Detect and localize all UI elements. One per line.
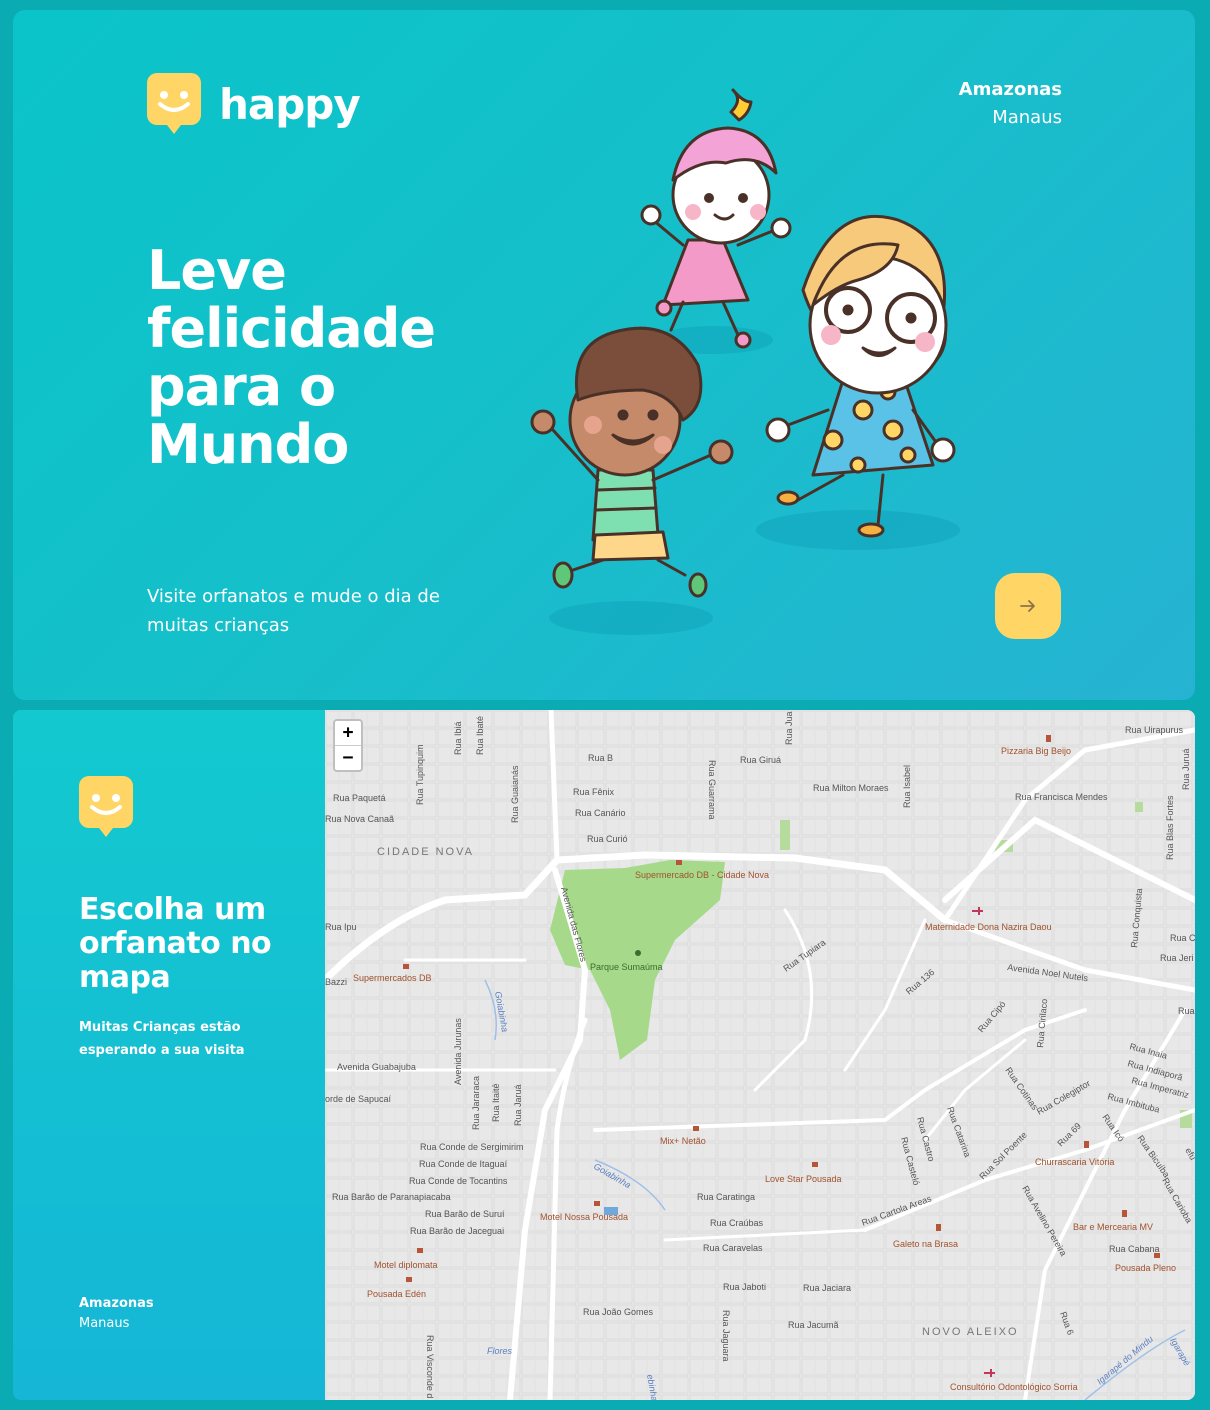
poi-label: Supermercados DB: [353, 973, 432, 983]
zoom-in-button[interactable]: +: [335, 721, 361, 745]
map-sidebar: Escolha um orfanato no mapa Muitas Crian…: [13, 710, 325, 1400]
poi-label: Mix+ Netão: [660, 1136, 706, 1146]
street-label: Avenida Guabajuba: [337, 1062, 416, 1072]
poi-label: Love Star Pousada: [765, 1174, 842, 1184]
page-title: Leve felicidade para o Mundo: [147, 239, 436, 476]
page-subtitle: Visite orfanatos e mude o dia de muitas …: [147, 586, 440, 636]
street-label: Rua Barão de Suruí: [425, 1209, 505, 1219]
street-label: Rua Barão de Jaceguai: [410, 1226, 504, 1236]
sidebar-title: Escolha um orfanato no mapa: [79, 892, 272, 995]
street-label: Rua Jeri: [1160, 953, 1194, 963]
map-tiles: CIDADE NOVA NOVO ALEIXO Parque Sumaúma P…: [325, 710, 1195, 1400]
street-label: Rua Craúbas: [710, 1218, 764, 1228]
street-label: Rua Caratinga: [697, 1192, 755, 1202]
street-label: Rua Conde de Itaguaí: [419, 1159, 508, 1169]
street-label: Bazzi: [325, 977, 347, 987]
street-label: Rua Canário: [575, 808, 626, 818]
street-label: Rua Juruá: [1181, 748, 1191, 790]
street-label: orde de Sapucaí: [325, 1094, 392, 1104]
landing-panel: happy Amazonas Manaus Leve felicidade pa…: [13, 10, 1195, 700]
street-label: Rua Jararaca: [471, 1076, 481, 1130]
street-label: Rua Nova Canaã: [325, 814, 394, 824]
street-label: Rua Isabel: [902, 765, 912, 808]
street-label: Rua: [1178, 1006, 1195, 1016]
sidebar-location-city: Manaus: [79, 1316, 130, 1331]
street-label: Rua Conde de Tocantins: [409, 1176, 508, 1186]
street-label: Rua C: [1170, 933, 1195, 943]
street-label: Rua Ibiá: [453, 721, 463, 755]
street-label: Rua Conde de Sergimirim: [420, 1142, 524, 1152]
street-label: Rua Ibaté: [475, 716, 485, 755]
street-label: Rua Barão de Paranapiacaba: [332, 1192, 451, 1202]
orphanages-map-page: Escolha um orfanato no mapa Muitas Crian…: [13, 710, 1195, 1400]
street-label: Rua Itaitê: [491, 1083, 501, 1122]
street-label: Rua Francisca Mendes: [1015, 792, 1108, 802]
street-label: Rua Uirapurus: [1125, 725, 1184, 735]
street-label: Rua Tupinquim: [415, 744, 425, 805]
smiley-logo-icon: [147, 73, 201, 135]
zoom-control: + −: [333, 719, 363, 772]
street-label: Rua Ipu: [325, 922, 357, 932]
street-label: Rua Caravelas: [703, 1243, 763, 1253]
neighborhood-label: NOVO ALEIXO: [922, 1326, 1019, 1338]
smiley-logo-icon: [79, 776, 133, 842]
sidebar-location: Amazonas Manaus: [79, 1294, 154, 1334]
neighborhood-label: CIDADE NOVA: [377, 846, 474, 858]
street-label: Rua B: [588, 753, 613, 763]
street-label: Rua Jaruá: [513, 1084, 523, 1126]
street-label: Rua Guarrama: [707, 760, 717, 820]
map-view[interactable]: CIDADE NOVA NOVO ALEIXO Parque Sumaúma P…: [325, 710, 1195, 1400]
poi-label: Pousada Edén: [367, 1289, 426, 1299]
brand-logo: happy: [147, 73, 361, 135]
kids-illustration: [513, 80, 993, 654]
street-label: Rua Jaboti: [723, 1282, 766, 1292]
poi-label: Galeto na Brasa: [893, 1239, 958, 1249]
street-label: Avenida Jurunas: [453, 1018, 463, 1085]
street-label: Rua Jaciara: [803, 1283, 851, 1293]
street-label: Rua Jua: [784, 711, 794, 745]
poi-label: Pousada Pleno: [1115, 1263, 1176, 1273]
street-label: Rua Cabana: [1109, 1244, 1160, 1254]
poi-label: Motel Nossa Pousada: [540, 1212, 628, 1222]
street-label: Rua Giruá: [740, 755, 781, 765]
street-label: Rua Curió: [587, 834, 628, 844]
poi-label: Maternidade Dona Nazira Daou: [925, 922, 1052, 932]
poi-label: Consultório Odontológico Sorria: [950, 1382, 1078, 1392]
sidebar-description: Muitas Crianças estão esperando a sua vi…: [79, 1020, 245, 1058]
street-label: Rua Blas Fortes: [1165, 795, 1175, 860]
poi-label: Motel diplomata: [374, 1260, 438, 1270]
street-label: Rua Jaguara: [721, 1310, 731, 1362]
waterway-label: Flores: [487, 1346, 513, 1356]
poi-label: Bar e Mercearia MV: [1073, 1222, 1153, 1232]
street-label: Rua Jacumã: [788, 1320, 839, 1330]
street-label: Rua Guaianás: [510, 765, 520, 823]
brand-name: happy: [219, 79, 361, 129]
street-label: Rua Visconde d: [425, 1335, 435, 1398]
street-label: Rua Milton Moraes: [813, 783, 889, 793]
arrow-right-icon: [1020, 600, 1035, 612]
poi-label: Churrascaria Vitória: [1035, 1157, 1114, 1167]
enter-app-button[interactable]: [995, 573, 1061, 639]
park-label: Parque Sumaúma: [590, 962, 663, 972]
zoom-out-button[interactable]: −: [335, 745, 361, 770]
poi-label: Supermercado DB - Cidade Nova: [635, 870, 769, 880]
street-label: Rua Fênix: [573, 787, 615, 797]
poi-label: Pizzaria Big Beijo: [1001, 746, 1071, 756]
street-label: Rua João Gomes: [583, 1307, 654, 1317]
sidebar-location-state: Amazonas: [79, 1296, 154, 1311]
street-label: Rua Paquetá: [333, 793, 386, 803]
